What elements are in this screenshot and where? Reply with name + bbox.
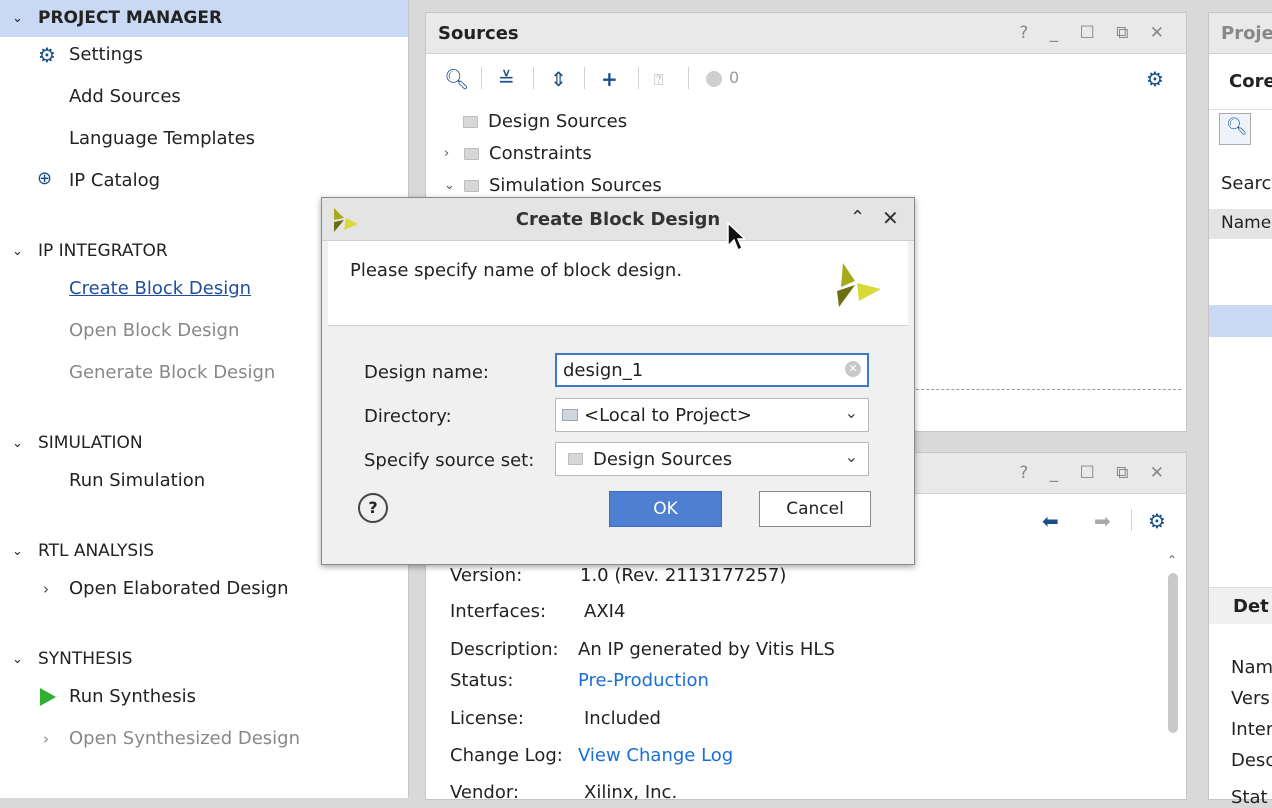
close-icon[interactable]: ✕ xyxy=(882,206,899,230)
column-header-name[interactable]: Name xyxy=(1221,213,1271,233)
gear-icon[interactable]: ⚙ xyxy=(1148,509,1166,533)
chevron-right-icon[interactable]: › xyxy=(43,730,49,748)
gear-icon: ⚙ xyxy=(38,43,56,67)
chevron-down-icon: ⌄ xyxy=(12,243,23,259)
gear-icon[interactable]: ⚙ xyxy=(1146,67,1164,91)
search-icon[interactable]: 🔍︎ xyxy=(1219,113,1251,145)
ok-button[interactable]: OK xyxy=(609,491,722,527)
sources-panel-header: Sources ? _ ☐ ⧉ ✕ xyxy=(426,13,1186,54)
dialog-prompt: Please specify name of block design. xyxy=(350,260,683,281)
chevron-down-icon[interactable]: ⌄ xyxy=(845,403,858,422)
ip-catalog-icon: ⊕ xyxy=(37,168,53,189)
search-label: Searc xyxy=(1221,173,1272,194)
collapse-all-icon[interactable]: ≚ xyxy=(498,67,515,91)
section-synthesis[interactable]: ⌄ SYNTHESIS xyxy=(12,649,132,669)
status-count: 0 xyxy=(729,68,740,87)
chevron-down-icon: ⌄ xyxy=(12,435,23,451)
chevron-right-icon[interactable]: › xyxy=(43,580,49,598)
sources-panel-title: Sources xyxy=(438,23,519,44)
chevron-down-icon: ⌄ xyxy=(12,543,23,559)
vivado-logo-icon xyxy=(837,263,881,307)
forward-arrow-icon[interactable]: ➡ xyxy=(1094,509,1111,533)
section-ip-integrator[interactable]: ⌄ IP INTEGRATOR xyxy=(12,241,168,261)
mouse-cursor-icon xyxy=(727,222,745,252)
nav-run-synthesis[interactable]: Run Synthesis xyxy=(69,686,196,707)
status-link[interactable]: Pre-Production xyxy=(578,670,709,691)
section-rtl-analysis[interactable]: ⌄ RTL ANALYSIS xyxy=(12,541,154,561)
view-change-log-link[interactable]: View Change Log xyxy=(578,745,733,766)
status-dot-icon xyxy=(706,71,722,87)
back-arrow-icon[interactable]: ⬅ xyxy=(1042,509,1059,533)
folder-icon xyxy=(562,409,578,421)
dialog-header: Please specify name of block design. xyxy=(328,241,908,326)
folder-icon xyxy=(464,179,479,192)
project-summary-panel: Proje Core 🔍︎ Searc Name Det Nam Vers In… xyxy=(1208,12,1272,808)
source-set-label: Specify source set: xyxy=(364,450,535,471)
design-name-input[interactable]: design_1 ✕ xyxy=(555,353,869,387)
directory-select[interactable]: <Local to Project> ⌄ xyxy=(555,398,869,432)
scroll-up-icon[interactable]: ⌃ xyxy=(1167,553,1177,567)
scrollbar[interactable]: ⌃ xyxy=(1166,553,1180,793)
cancel-button[interactable]: Cancel xyxy=(759,491,871,527)
chevron-down-icon: ⌄ xyxy=(12,651,23,667)
tree-row-constraints[interactable]: › Constraints xyxy=(444,143,592,164)
window-controls[interactable]: ? _ ☐ ⧉ ✕ xyxy=(1019,463,1172,483)
source-set-select[interactable]: Design Sources ⌄ xyxy=(555,442,869,476)
clear-icon[interactable]: ✕ xyxy=(845,361,861,377)
tree-row-simulation-sources[interactable]: ⌄ Simulation Sources xyxy=(444,175,662,196)
dialog-title: Create Block Design xyxy=(515,209,721,230)
nav-open-block-design[interactable]: Open Block Design xyxy=(69,320,239,341)
section-simulation[interactable]: ⌄ SIMULATION xyxy=(12,433,143,453)
divider xyxy=(906,389,1181,390)
chevron-down-icon[interactable]: ⌄ xyxy=(845,447,858,466)
nav-open-elaborated-design[interactable]: Open Elaborated Design xyxy=(69,578,289,599)
scrollbar-thumb[interactable] xyxy=(1168,573,1178,733)
nav-language-templates[interactable]: Language Templates xyxy=(69,128,255,149)
expand-all-icon[interactable]: ⇕ xyxy=(550,67,567,91)
design-name-label: Design name: xyxy=(364,362,489,383)
directory-label: Directory: xyxy=(364,406,452,427)
nav-generate-block-design[interactable]: Generate Block Design xyxy=(69,362,275,383)
section-project-manager[interactable]: ⌄ PROJECT MANAGER xyxy=(12,8,222,28)
folder-icon xyxy=(464,147,479,160)
nav-create-block-design[interactable]: Create Block Design xyxy=(69,278,251,299)
chevron-down-icon: ⌄ xyxy=(12,10,23,26)
nav-run-simulation[interactable]: Run Simulation xyxy=(69,470,205,491)
details-header: Det xyxy=(1233,596,1269,617)
chevron-down-icon[interactable]: ⌄ xyxy=(444,178,460,193)
help-icon[interactable]: ? xyxy=(358,493,388,523)
folder-icon xyxy=(568,453,583,465)
tab-cores[interactable]: Core xyxy=(1229,71,1272,92)
dialog-title-bar[interactable]: Create Block Design ⌃ ✕ xyxy=(322,198,914,241)
chevron-right-icon[interactable]: › xyxy=(444,146,460,161)
folder-icon xyxy=(463,115,478,128)
window-controls[interactable]: ? _ ☐ ⧉ ✕ xyxy=(1019,23,1172,43)
tree-row-design-sources[interactable]: Design Sources xyxy=(463,111,627,132)
collapse-icon[interactable]: ⌃ xyxy=(850,207,865,228)
add-icon[interactable]: + xyxy=(601,67,618,91)
nav-open-synthesized-design[interactable]: Open Synthesized Design xyxy=(69,728,300,749)
help-doc-icon[interactable]: ⍰ xyxy=(654,70,664,90)
selected-row[interactable] xyxy=(1209,305,1272,337)
nav-ip-catalog[interactable]: IP Catalog xyxy=(69,170,160,191)
search-icon[interactable]: 🔍︎ xyxy=(444,67,469,91)
create-block-design-dialog: Create Block Design ⌃ ✕ Please specify n… xyxy=(321,197,915,565)
play-icon xyxy=(40,688,56,706)
sources-toolbar: 🔍︎ ≚ ⇕ + ⍰ 0 ⚙ xyxy=(426,57,1186,99)
nav-add-sources[interactable]: Add Sources xyxy=(69,86,181,107)
panel-title: Proje xyxy=(1221,23,1272,44)
nav-settings[interactable]: Settings xyxy=(69,44,143,65)
